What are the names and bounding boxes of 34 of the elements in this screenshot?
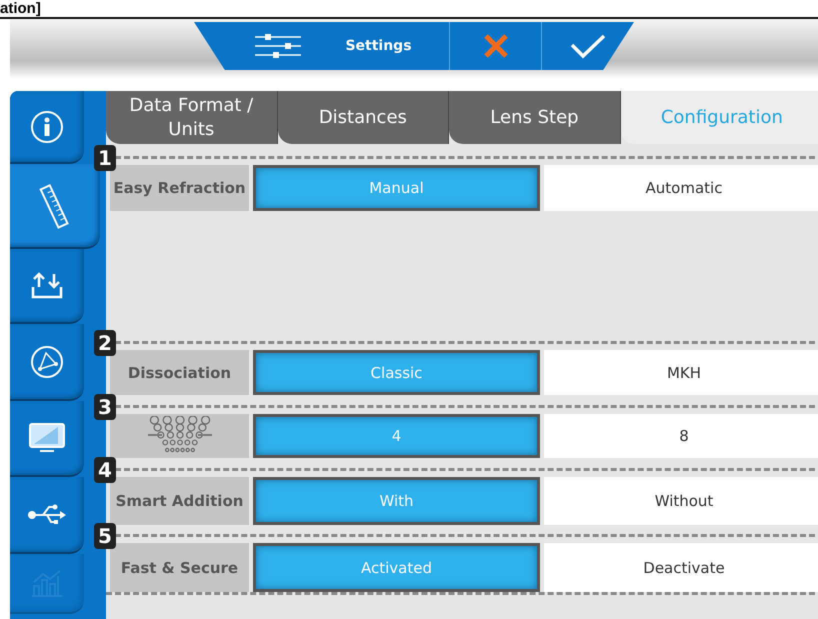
section-number: 1 xyxy=(94,145,116,171)
network-globe-icon xyxy=(30,344,64,378)
close-icon xyxy=(482,33,508,59)
option-button[interactable]: MKH xyxy=(544,350,818,395)
tab[interactable]: Distances xyxy=(278,91,450,144)
option-button[interactable]: Automatic xyxy=(544,165,818,211)
bar-chart-icon xyxy=(30,568,64,598)
upload-download-icon xyxy=(30,270,64,300)
monitor-icon xyxy=(28,422,66,454)
section-number: 4 xyxy=(94,457,116,483)
info-icon xyxy=(30,110,64,144)
ruler-icon xyxy=(38,182,72,228)
row-label: Easy Refraction xyxy=(110,165,249,211)
sliders-icon xyxy=(255,33,302,59)
sidebar-tab[interactable] xyxy=(10,91,84,164)
usb-icon xyxy=(27,502,67,526)
row-label: Fast & Secure xyxy=(110,543,249,592)
section-number: 3 xyxy=(94,394,116,420)
sidebar-tab[interactable] xyxy=(10,249,84,324)
tab[interactable]: Data Format / Units xyxy=(106,91,278,144)
section-number: 2 xyxy=(94,330,116,356)
option-button[interactable]: 8 xyxy=(544,414,818,458)
option-button[interactable]: Deactivate xyxy=(544,543,818,592)
tab[interactable]: Lens Step xyxy=(449,91,621,144)
caption-text: ation] xyxy=(0,0,41,17)
checkmark-icon xyxy=(570,33,606,59)
sidebar-tab[interactable] xyxy=(10,401,84,477)
row-label: Dissociation xyxy=(110,350,249,395)
sidebar-tab[interactable] xyxy=(10,477,84,554)
row-label: Smart Addition xyxy=(110,477,249,525)
section-number: 5 xyxy=(94,523,116,549)
option-button[interactable]: Without xyxy=(544,477,818,525)
sidebar-tab[interactable] xyxy=(10,324,84,401)
sidebar-tab[interactable] xyxy=(10,164,100,249)
